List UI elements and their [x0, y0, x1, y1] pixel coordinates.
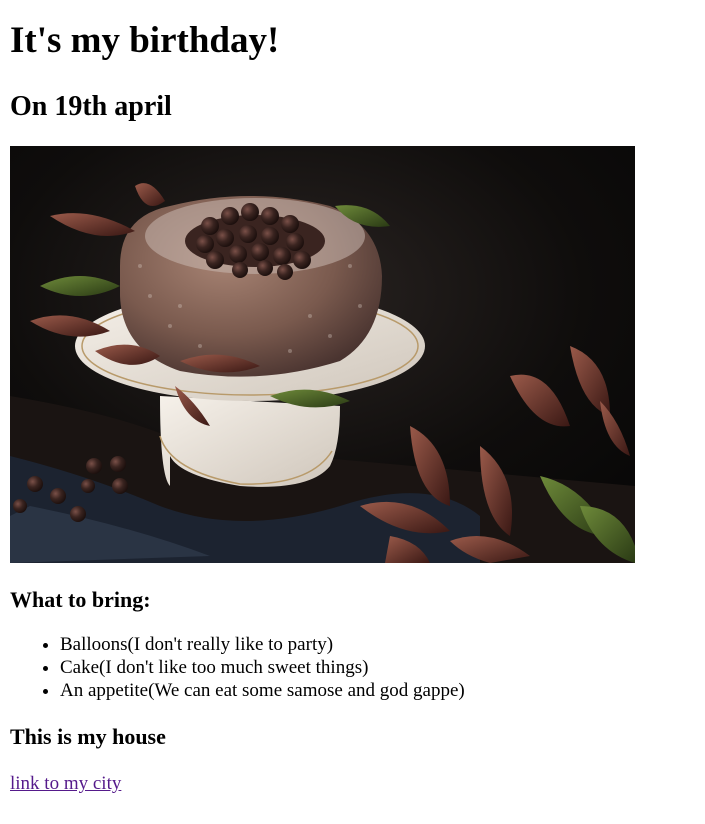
- event-date-heading: On 19th april: [10, 91, 172, 122]
- page-content: It's my birthday! On 19th april What to …: [10, 0, 700, 795]
- page-title: It's my birthday!: [10, 20, 280, 61]
- list-item: Cake(I don't like too much sweet things): [60, 656, 700, 679]
- city-link[interactable]: link to my city: [10, 773, 121, 794]
- list-item: Balloons(I don't really like to party): [60, 633, 700, 656]
- list-item: An appetite(We can eat some samose and g…: [60, 679, 700, 702]
- house-heading: This is my house: [10, 724, 166, 749]
- what-to-bring-heading: What to bring:: [10, 587, 151, 612]
- birthday-cake-image: [10, 146, 635, 563]
- city-link-paragraph: link to my city: [10, 772, 700, 795]
- bring-list: Balloons(I don't really like to party) C…: [10, 633, 700, 702]
